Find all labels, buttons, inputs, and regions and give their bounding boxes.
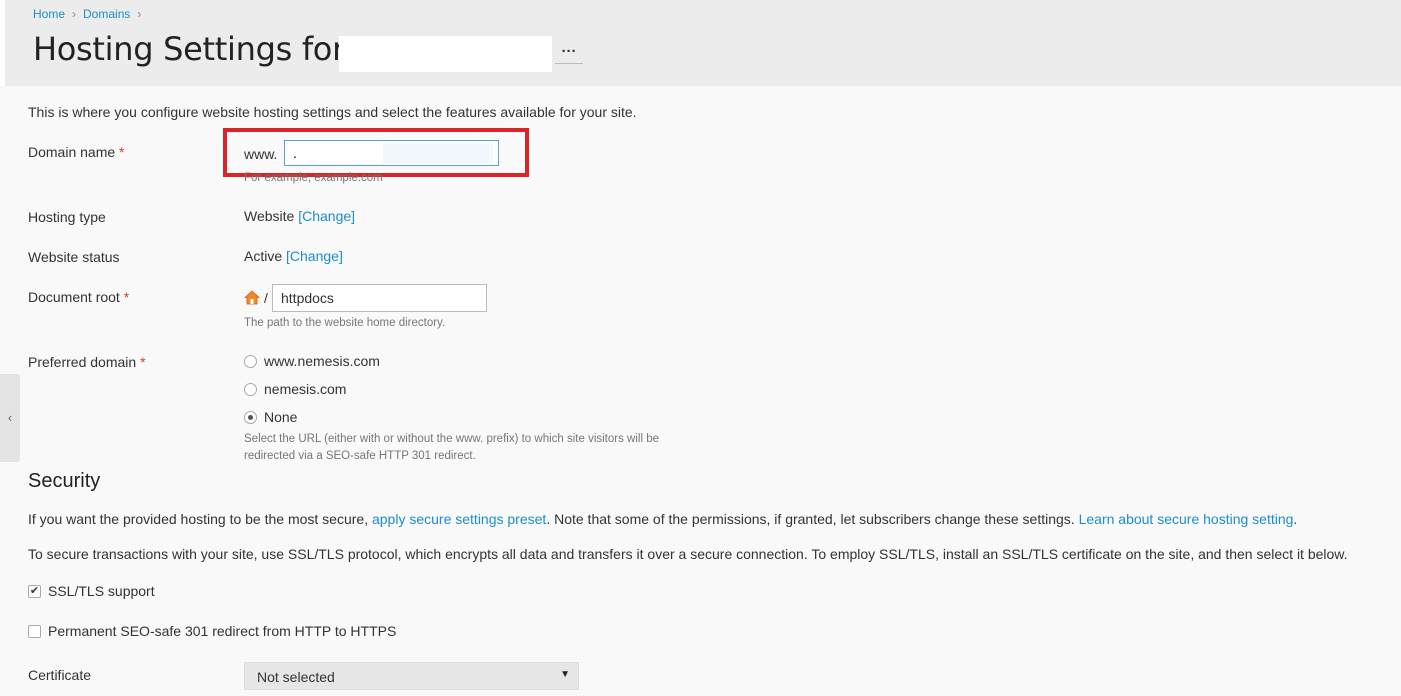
preferred-domain-hint-line-2: redirected via a SEO-safe HTTP 301 redir… xyxy=(244,450,476,462)
apply-secure-preset-link[interactable]: apply secure settings preset xyxy=(372,511,546,527)
redacted-domain-block xyxy=(339,36,552,72)
domain-name-label: Domain name * xyxy=(28,144,125,160)
breadcrumb-domains-link[interactable]: Domains xyxy=(83,7,130,21)
document-root-input[interactable] xyxy=(272,284,487,312)
redacted-domain-input xyxy=(297,143,382,163)
main-content xyxy=(0,86,1401,696)
https-redirect-label[interactable]: Permanent SEO-safe 301 redirect from HTT… xyxy=(48,623,396,639)
chevron-right-icon: › xyxy=(137,7,142,21)
required-mark: * xyxy=(123,289,130,305)
more-actions-button[interactable]: ··· xyxy=(555,44,583,64)
hosting-type-label: Hosting type xyxy=(28,209,106,225)
change-website-status-link[interactable]: [Change] xyxy=(286,248,343,264)
preferred-domain-label: Preferred domain * xyxy=(28,354,146,370)
ssl-support-checkbox[interactable]: ✔ xyxy=(28,585,41,598)
sidebar-toggle-chevron-left-icon[interactable]: ‹ xyxy=(0,374,20,462)
certificate-label: Certificate xyxy=(28,667,92,683)
learn-secure-hosting-link[interactable]: Learn about secure hosting setting xyxy=(1079,511,1294,527)
breadcrumb-home-link[interactable]: Home xyxy=(33,7,65,21)
domain-hint: For example, example.com xyxy=(244,172,383,184)
radio-www-domain[interactable] xyxy=(244,355,257,368)
website-status-value: Active [Change] xyxy=(244,248,343,264)
required-mark: * xyxy=(140,354,146,370)
https-redirect-checkbox[interactable] xyxy=(28,625,41,638)
page-header: Home › Domains › Hosting Settings for ··… xyxy=(0,0,1401,86)
security-paragraph-1: If you want the provided hosting to be t… xyxy=(28,511,1298,527)
home-icon xyxy=(244,290,260,305)
radio-none-label[interactable]: None xyxy=(264,409,297,425)
caret-down-icon: ▼ xyxy=(560,669,570,680)
website-status-label: Website status xyxy=(28,249,120,265)
hosting-type-value: Website [Change] xyxy=(244,208,356,224)
security-paragraph-2: To secure transactions with your site, u… xyxy=(28,546,1348,562)
radio-bare-domain[interactable] xyxy=(244,383,257,396)
root-slash: / xyxy=(264,290,268,306)
radio-www-domain-label[interactable]: www.nemesis.com xyxy=(264,353,380,369)
preferred-domain-hint-line-1: Select the URL (either with or without t… xyxy=(244,433,660,445)
radio-bare-domain-label[interactable]: nemesis.com xyxy=(264,381,346,397)
ssl-support-label[interactable]: SSL/TLS support xyxy=(48,583,155,599)
certificate-select[interactable]: Not selected ▼ xyxy=(244,662,579,690)
chevron-right-icon: › xyxy=(72,7,77,21)
document-root-hint: The path to the website home directory. xyxy=(244,317,446,329)
document-root-label: Document root * xyxy=(28,289,130,305)
redacted-domain-input-tint xyxy=(383,143,493,163)
change-hosting-type-link[interactable]: [Change] xyxy=(298,208,355,224)
radio-none[interactable] xyxy=(244,411,257,424)
www-prefix: www. xyxy=(244,146,278,162)
intro-text: This is where you configure website host… xyxy=(28,104,637,120)
breadcrumb: Home › Domains › xyxy=(33,7,148,21)
page-title: Hosting Settings for xyxy=(33,30,345,68)
required-mark: * xyxy=(119,144,125,160)
certificate-selected-value: Not selected xyxy=(257,669,335,685)
security-section-title: Security xyxy=(28,470,101,492)
